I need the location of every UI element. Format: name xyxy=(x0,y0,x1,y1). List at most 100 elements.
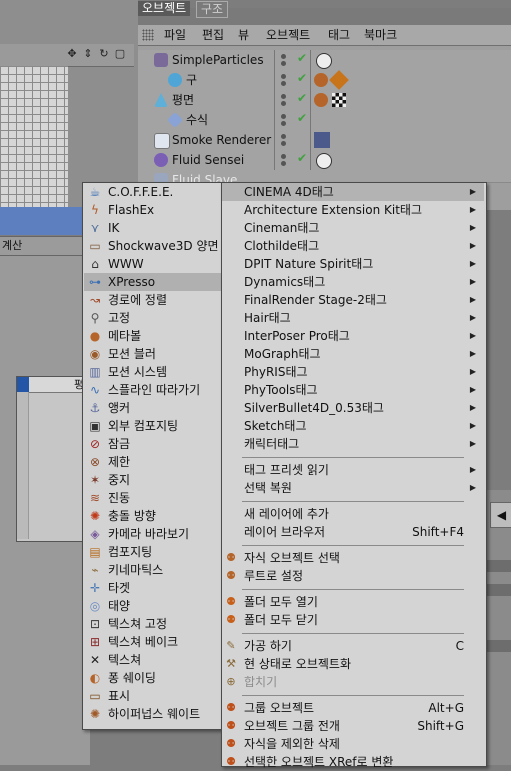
context-menu-item[interactable]: ⚒ 현 상태로 오브젝트화 xyxy=(222,655,484,673)
enabled-check-icon[interactable]: ✔ xyxy=(297,151,307,165)
context-menu-item[interactable]: 선택 복원 ▶ xyxy=(222,479,484,497)
context-menu-item[interactable]: 레이어 브라우저 Shift+F4 xyxy=(222,523,484,541)
render-visibility-dot[interactable] xyxy=(281,101,286,106)
menu-item-coffee-cup[interactable]: ☕ C.O.F.F.E.E. xyxy=(84,183,222,201)
menu-item-align-path[interactable]: ↝ 경로에 정렬 xyxy=(84,291,222,309)
context-menu-item[interactable]: ⚉ 그룹 오브젝트 Alt+G xyxy=(222,699,484,717)
menu-item-flash[interactable]: ϟ FlashEx xyxy=(84,201,222,219)
context-menu-item[interactable]: InterPoser Pro태그 ▶ xyxy=(222,327,484,345)
context-menu-item[interactable]: Clothilde태그 ▶ xyxy=(222,237,484,255)
context-menu-item[interactable]: PhyTools태그 ▶ xyxy=(222,381,484,399)
menu-item-house[interactable]: ⌂ WWW xyxy=(84,255,222,273)
context-menu-item[interactable]: SilverBullet4D_0.53태그 ▶ xyxy=(222,399,484,417)
collapse-left-arrow-icon[interactable]: ◀ xyxy=(490,502,511,528)
menu-item-kinematics[interactable]: ⌁ 키네마틱스 xyxy=(84,561,222,579)
render-visibility-dot[interactable] xyxy=(281,121,286,126)
object-row-formula[interactable]: 수식 ✔ xyxy=(138,110,511,131)
move-view-icon[interactable]: ✥ xyxy=(66,48,78,60)
context-menu-item[interactable]: ⚉ 폴더 모두 닫기 xyxy=(222,611,484,629)
editor-visibility-dot[interactable] xyxy=(281,134,286,139)
context-menu-item[interactable]: ⚉ 오브젝트 그룹 전개 Shift+G xyxy=(222,717,484,735)
editor-visibility-dot[interactable] xyxy=(281,114,286,119)
editor-visibility-dot[interactable] xyxy=(281,94,286,99)
enabled-check-icon[interactable]: ✔ xyxy=(297,71,307,85)
menu-item-xpresso[interactable]: ⊶ XPresso xyxy=(84,273,222,291)
menu-tags[interactable]: 태그 xyxy=(328,27,350,43)
tab-structure[interactable]: 구조 xyxy=(196,1,229,18)
menu-item-pin[interactable]: ⚲ 고정 xyxy=(84,309,222,327)
smoke-tag-icon[interactable] xyxy=(314,132,330,148)
menu-item-look-at-camera[interactable]: ◈ 카메라 바라보기 xyxy=(84,525,222,543)
menu-item-hypernurbs-weight[interactable]: ✺ 하이퍼넙스 웨이트 xyxy=(84,705,222,723)
context-menu-item[interactable]: FinalRender Stage-2태그 ▶ xyxy=(222,291,484,309)
menu-objects[interactable]: 오브젝트 xyxy=(266,27,310,43)
menu-item-stop[interactable]: ✶ 중지 xyxy=(84,471,222,489)
editor-visibility-dot[interactable] xyxy=(281,54,286,59)
context-menu-item[interactable]: ⚉ 자식 오브젝트 선택 xyxy=(222,549,484,567)
context-menu-item[interactable]: MoGraph태그 ▶ xyxy=(222,345,484,363)
rotate-view-icon[interactable]: ↻ xyxy=(98,48,110,60)
menu-item-display[interactable]: ▭ 표시 xyxy=(84,687,222,705)
context-menu-item[interactable]: 캐릭터태그 ▶ xyxy=(222,435,484,453)
texture-tag-icon[interactable] xyxy=(332,93,346,107)
menu-item-motion-blur[interactable]: ◉ 모션 블러 xyxy=(84,345,222,363)
menu-item-anchor[interactable]: ⚓ 앵커 xyxy=(84,399,222,417)
enabled-check-icon[interactable]: ✔ xyxy=(297,111,307,125)
menu-item-motion-system[interactable]: ▥ 모션 시스템 xyxy=(84,363,222,381)
render-visibility-dot[interactable] xyxy=(281,61,286,66)
object-row-fluid-sensei[interactable]: Fluid Sensei ✔ xyxy=(138,150,511,171)
context-menu-item[interactable]: Hair태그 ▶ xyxy=(222,309,484,327)
object-row-simpleparticles[interactable]: SimpleParticles ✔ xyxy=(138,50,511,71)
menu-edit[interactable]: 편집 xyxy=(202,27,224,43)
menu-item-vibrate[interactable]: ≋ 진동 xyxy=(84,489,222,507)
menu-item-phong[interactable]: ◐ 퐁 쉐이딩 xyxy=(84,669,222,687)
timer-tag-icon[interactable] xyxy=(316,53,332,69)
render-visibility-dot[interactable] xyxy=(281,141,286,146)
menu-item-external-compositing[interactable]: ▣ 외부 컴포지팅 xyxy=(84,417,222,435)
menu-item-spline-follow[interactable]: ∿ 스플라인 따라가기 xyxy=(84,381,222,399)
context-menu-item[interactable]: 새 레이어에 추가 xyxy=(222,505,484,523)
menu-item-lock[interactable]: ⊘ 잠금 xyxy=(84,435,222,453)
material-tag-icon[interactable] xyxy=(329,70,349,90)
menu-item-shockwave[interactable]: ▭ Shockwave3D 양면 xyxy=(84,237,222,255)
context-menu-item[interactable]: PhyRIS태그 ▶ xyxy=(222,363,484,381)
object-row-plane[interactable]: 평면 ✔ xyxy=(138,90,511,111)
render-visibility-dot[interactable] xyxy=(281,81,286,86)
context-menu-item[interactable]: ✎ 가공 하기 C xyxy=(222,637,484,655)
object-row-smoke-renderer[interactable]: Smoke Renderer xyxy=(138,130,511,151)
object-row-sphere[interactable]: 구 ✔ xyxy=(138,70,511,91)
menu-item-restriction[interactable]: ⊗ 제한 xyxy=(84,453,222,471)
context-menu-item[interactable]: ⚉ 선택한 오브젝트 XRef로 변환 xyxy=(222,753,484,771)
menu-item-collision[interactable]: ✺ 충돌 방향 xyxy=(84,507,222,525)
menu-item-compositing[interactable]: ▤ 컴포지팅 xyxy=(84,543,222,561)
zoom-view-icon[interactable]: ⇕ xyxy=(82,48,94,60)
context-menu-item[interactable]: 태그 프리셋 읽기 ▶ xyxy=(222,461,484,479)
menu-item-texture-fix[interactable]: ⊡ 텍스쳐 고정 xyxy=(84,615,222,633)
context-menu-item[interactable]: DPIT Nature Spirit태그 ▶ xyxy=(222,255,484,273)
editor-visibility-dot[interactable] xyxy=(281,154,286,159)
menu-item-sun[interactable]: ◎ 태양 xyxy=(84,597,222,615)
menu-view[interactable]: 뷰 xyxy=(238,27,249,43)
menu-item-bake-texture[interactable]: ⊞ 텍스쳐 베이크 xyxy=(84,633,222,651)
menu-item-target[interactable]: ✛ 타겟 xyxy=(84,579,222,597)
context-menu-item[interactable]: ⚉ 폴더 모두 열기 xyxy=(222,593,484,611)
context-menu-item[interactable]: Architecture Extension Kit태그 ▶ xyxy=(222,201,484,219)
menu-file[interactable]: 파일 xyxy=(164,27,186,43)
editor-visibility-dot[interactable] xyxy=(281,74,286,79)
context-menu-item[interactable]: ⚉ 자식을 제외한 삭제 xyxy=(222,735,484,753)
context-menu-item[interactable]: Cineman태그 ▶ xyxy=(222,219,484,237)
context-menu-item[interactable]: CINEMA 4D태그 ▶ xyxy=(222,183,484,201)
menu-item-texture[interactable]: ✕ 텍스쳐 xyxy=(84,651,222,669)
tab-objects[interactable]: 오브젝트 xyxy=(138,1,191,16)
context-menu-item[interactable]: Dynamics태그 ▶ xyxy=(222,273,484,291)
context-menu-item[interactable]: Sketch태그 ▶ xyxy=(222,417,484,435)
phong-tag-icon[interactable] xyxy=(314,73,328,87)
enabled-check-icon[interactable]: ✔ xyxy=(297,51,307,65)
menu-bookmarks[interactable]: 북마크 xyxy=(364,27,397,43)
menu-item-ik-chain[interactable]: ⋎ IK xyxy=(84,219,222,237)
render-visibility-dot[interactable] xyxy=(281,161,286,166)
maximize-view-icon[interactable]: ▢ xyxy=(114,48,126,60)
enabled-check-icon[interactable]: ✔ xyxy=(297,91,307,105)
phong-tag-icon[interactable] xyxy=(314,93,328,107)
context-menu-item[interactable]: ⚉ 루트로 설정 xyxy=(222,567,484,585)
